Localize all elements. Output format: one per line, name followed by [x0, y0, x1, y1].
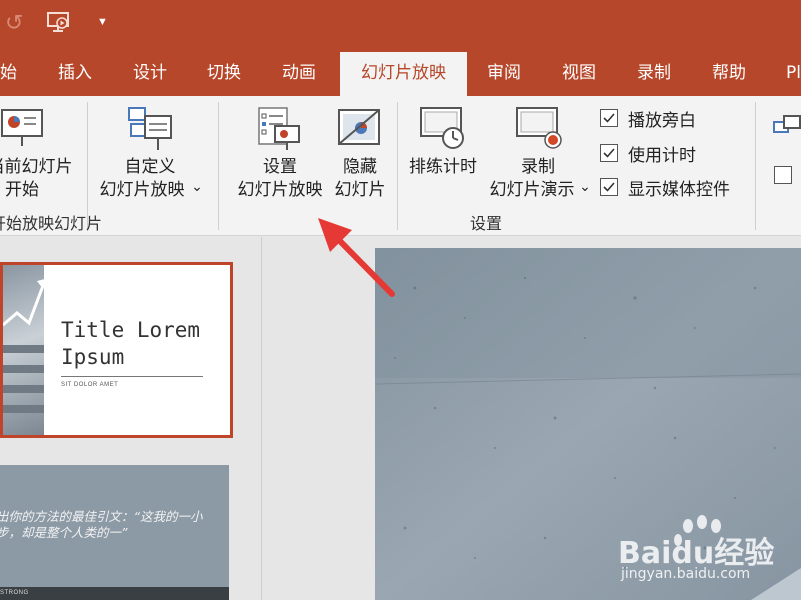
ribbon-divider [218, 102, 219, 230]
chevron-down-icon: ⌄ [191, 179, 203, 195]
tab-animations[interactable]: 动画 [282, 52, 316, 96]
set-up-slide-show-label-2: 幻灯片放映 [237, 180, 323, 200]
play-narrations-label: 播放旁白 [628, 111, 696, 131]
use-presenter-view-checkbox[interactable] [774, 166, 792, 184]
redo-icon[interactable]: ↺ [5, 10, 23, 36]
from-current-slide-icon [1, 109, 43, 146]
slide-title: Title Lorem Ipsum [61, 318, 201, 369]
checkbox-checked-icon [600, 178, 618, 196]
custom-slide-show-label-2: 幻灯片放映 [99, 180, 185, 200]
chevron-down-icon: ⌄ [579, 179, 591, 195]
divider [61, 376, 203, 377]
tab-design[interactable]: 设计 [133, 52, 167, 96]
tab-more[interactable]: Pl [786, 52, 801, 96]
set-up-slide-show-label-1: 设置 [263, 157, 297, 177]
tab-slide-show[interactable]: 幻灯片放映 [340, 52, 467, 96]
tab-help[interactable]: 帮助 [712, 52, 746, 96]
slide-footer-bar: STRONG [0, 587, 229, 600]
checkbox-checked-icon [600, 109, 618, 127]
setup-group-label: 设置 [470, 214, 503, 233]
slide-quote: 出你的方法的最佳引文：“这我的一小步，却是整个人类的一” [0, 509, 203, 540]
customize-dropdown-icon[interactable]: ▼ [97, 16, 108, 28]
from-current-slide-label-1: 当前幻灯片 [0, 157, 73, 177]
ribbon-divider [397, 102, 398, 230]
hide-slide-label-2: 幻灯片 [334, 180, 386, 200]
slide-thumbnail-1[interactable]: Title Lorem Ipsum SIT DOLOR AMET [0, 262, 233, 438]
tab-view[interactable]: 视图 [562, 52, 596, 96]
record-slide-show-label-1: 录制 [521, 157, 555, 177]
tab-home[interactable]: 始 [0, 52, 17, 96]
use-timings-label: 使用计时 [628, 146, 696, 166]
hide-slide-label-1: 隐藏 [343, 157, 377, 177]
slide-subtitle: SIT DOLOR AMET [61, 382, 119, 388]
ribbon-tabs: 始 插入 设计 切换 动画 幻灯片放映 审阅 视图 录制 帮助 Pl [0, 52, 801, 96]
slide-thumbnail-image [3, 265, 46, 435]
watermark-url: jingyan.baidu.com [621, 566, 751, 582]
chart-arrow-image [3, 279, 46, 413]
monitor-icon[interactable] [772, 114, 801, 138]
show-media-controls-label: 显示媒体控件 [628, 180, 730, 200]
tab-insert[interactable]: 插入 [58, 52, 92, 96]
title-bar: ↺ ▼ [0, 0, 801, 52]
rehearse-timings-label: 排练计时 [409, 157, 477, 177]
custom-slide-show-icon [128, 107, 172, 150]
slide-thumbnail-2[interactable]: 出你的方法的最佳引文：“这我的一小步，却是整个人类的一” STRONG [0, 465, 229, 600]
tab-transitions[interactable]: 切换 [207, 52, 241, 96]
ribbon-panel: 当前幻灯片 开始 自定义 幻灯片放映 ⌄ 开始放映幻灯片 [0, 96, 801, 236]
set-up-slide-show-icon [258, 107, 300, 150]
record-slide-show-label-2: 幻灯片演示 [489, 180, 575, 200]
rehearse-timings-icon [420, 107, 464, 149]
ribbon-divider [755, 102, 756, 230]
tab-review[interactable]: 审阅 [487, 52, 521, 96]
custom-slide-show-label-1: 自定义 [124, 157, 176, 177]
powerpoint-window: ↺ ▼ 始 插入 设计 切换 动画 幻灯片放映 审阅 视图 录制 帮助 Pl 前… [0, 0, 801, 600]
from-beginning-icon[interactable] [46, 10, 72, 34]
from-current-slide-label-2: 开始 [5, 180, 39, 200]
checkbox-checked-icon [600, 144, 618, 162]
slide-footer-text: STRONG [0, 590, 29, 596]
hide-slide-icon [338, 109, 380, 145]
start-slideshow-group-label: 开始放映幻灯片 [0, 214, 103, 233]
tab-record[interactable]: 录制 [637, 52, 671, 96]
record-slide-show-icon [516, 107, 562, 149]
